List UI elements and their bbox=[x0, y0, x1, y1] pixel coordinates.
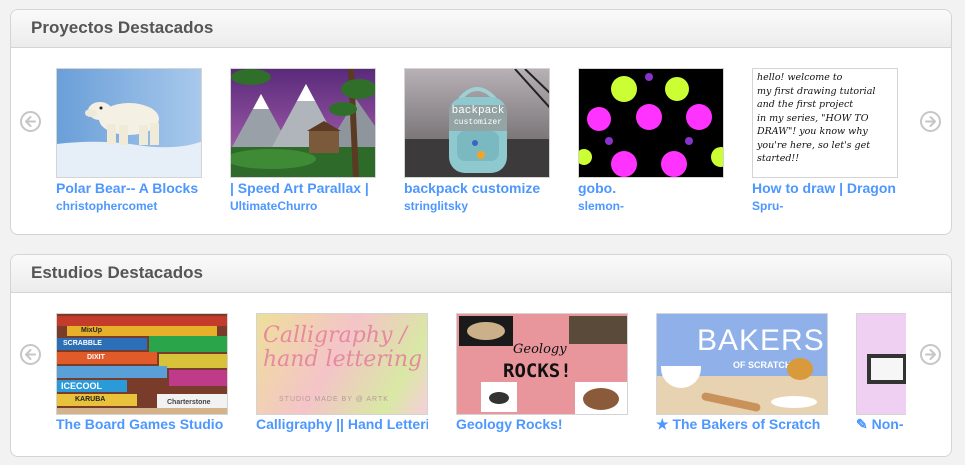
game-box-label: Charterstone bbox=[167, 399, 211, 406]
studio-thumbnail[interactable]: MixUp SCRABBLE DIXIT ICECOOL KARUBA Char… bbox=[56, 313, 228, 415]
featured-studios-box: Estudios Destacados MixUp SCRABBLE DIXIT bbox=[10, 254, 952, 457]
game-box-label: SCRABBLE bbox=[63, 340, 102, 347]
project-title[interactable]: Polar Bear-- A Blocks bbox=[56, 180, 202, 196]
rocks-thumb-text: ROCKS! bbox=[503, 360, 572, 382]
project-thumbnail[interactable] bbox=[230, 68, 376, 178]
project-title[interactable]: backpack customize bbox=[404, 180, 550, 196]
howto-thumb-line: and the first project bbox=[757, 99, 854, 110]
howto-thumb-line: my first drawing tutorial bbox=[757, 85, 876, 97]
project-thumbnail[interactable]: backpack customizer bbox=[404, 68, 550, 178]
studio-title-text: Non- bbox=[871, 416, 904, 432]
arrow-right-icon bbox=[925, 349, 936, 360]
featured-studios-heading: Estudios Destacados bbox=[11, 255, 951, 293]
carousel-next-button-overlay[interactable] bbox=[920, 344, 941, 365]
project-author[interactable]: christophercomet bbox=[56, 199, 202, 213]
project-author[interactable]: stringlitsky bbox=[404, 199, 550, 213]
project-thumbnail[interactable] bbox=[56, 68, 202, 178]
studio-title[interactable]: Geology Rocks! bbox=[456, 416, 628, 432]
carousel-right-mask bbox=[906, 293, 951, 456]
calligraphy-thumb-small: STUDIO MADE BY @ ARTK bbox=[279, 396, 389, 403]
studio-title-text: The Bakers of Scratch bbox=[672, 416, 821, 432]
featured-projects-box: Proyectos Destacados Polar Bear-- A Bloc… bbox=[10, 9, 952, 235]
carousel-next-button[interactable] bbox=[920, 111, 941, 132]
project-author[interactable]: slemon- bbox=[578, 199, 724, 213]
of-scratch-thumb-text: OF SCRATCH bbox=[733, 360, 792, 370]
backpack-thumb-text: backpack bbox=[451, 105, 505, 117]
arrow-left-icon bbox=[25, 116, 36, 127]
geology-thumb-text: Geology bbox=[513, 342, 567, 357]
game-box-label: DIXIT bbox=[87, 354, 105, 361]
howto-thumb-line: you're here, so let's get bbox=[757, 139, 871, 151]
project-author[interactable]: UltimateChurro bbox=[230, 199, 376, 213]
project-thumbnail[interactable] bbox=[578, 68, 724, 178]
carousel-prev-button[interactable] bbox=[20, 111, 41, 132]
game-box-label: ICECOOL bbox=[61, 381, 103, 391]
game-box-label: KARUBA bbox=[75, 396, 106, 403]
project-thumbnail[interactable]: hello! welcome to my first drawing tutor… bbox=[752, 68, 898, 178]
game-box-label: MixUp bbox=[81, 327, 102, 334]
studio-thumbnail[interactable]: Geology ROCKS! bbox=[456, 313, 628, 415]
star-icon: ★ bbox=[656, 416, 669, 432]
arrow-left-icon bbox=[25, 349, 36, 360]
calligraphy-thumb-line: hand lettering bbox=[263, 347, 423, 372]
howto-thumb-line: hello! welcome to bbox=[757, 72, 843, 83]
pencil-icon: ✎ bbox=[856, 416, 868, 432]
bakers-thumb-text: BAKERS bbox=[697, 324, 825, 357]
project-title[interactable]: | Speed Art Parallax | bbox=[230, 180, 376, 196]
studio-title[interactable]: The Board Games Studio bbox=[56, 416, 228, 432]
project-title[interactable]: How to draw | Dragon bbox=[752, 180, 898, 196]
studio-title[interactable]: ★ The Bakers of Scratch bbox=[656, 416, 828, 433]
project-title[interactable]: gobo. bbox=[578, 180, 724, 196]
studio-title[interactable]: Calligraphy || Hand Lettering bbox=[256, 416, 428, 432]
arrow-right-icon bbox=[925, 116, 936, 127]
project-author[interactable]: Spru- bbox=[752, 199, 898, 213]
studio-thumbnail[interactable]: BAKERS OF SCRATCH bbox=[656, 313, 828, 415]
howto-thumb-line: in my series, "HOW TO bbox=[757, 112, 869, 124]
studio-thumbnail[interactable]: Calligraphy / hand lettering STUDIO MADE… bbox=[256, 313, 428, 415]
customizer-thumb-text: customizer bbox=[453, 118, 502, 127]
featured-projects-heading: Proyectos Destacados bbox=[11, 10, 951, 48]
carousel-prev-button[interactable] bbox=[20, 344, 41, 365]
howto-thumb-line: DRAW"! you know why bbox=[757, 126, 868, 137]
calligraphy-thumb-line: Calligraphy / bbox=[263, 323, 407, 348]
howto-thumb-line: started!! bbox=[757, 153, 800, 164]
